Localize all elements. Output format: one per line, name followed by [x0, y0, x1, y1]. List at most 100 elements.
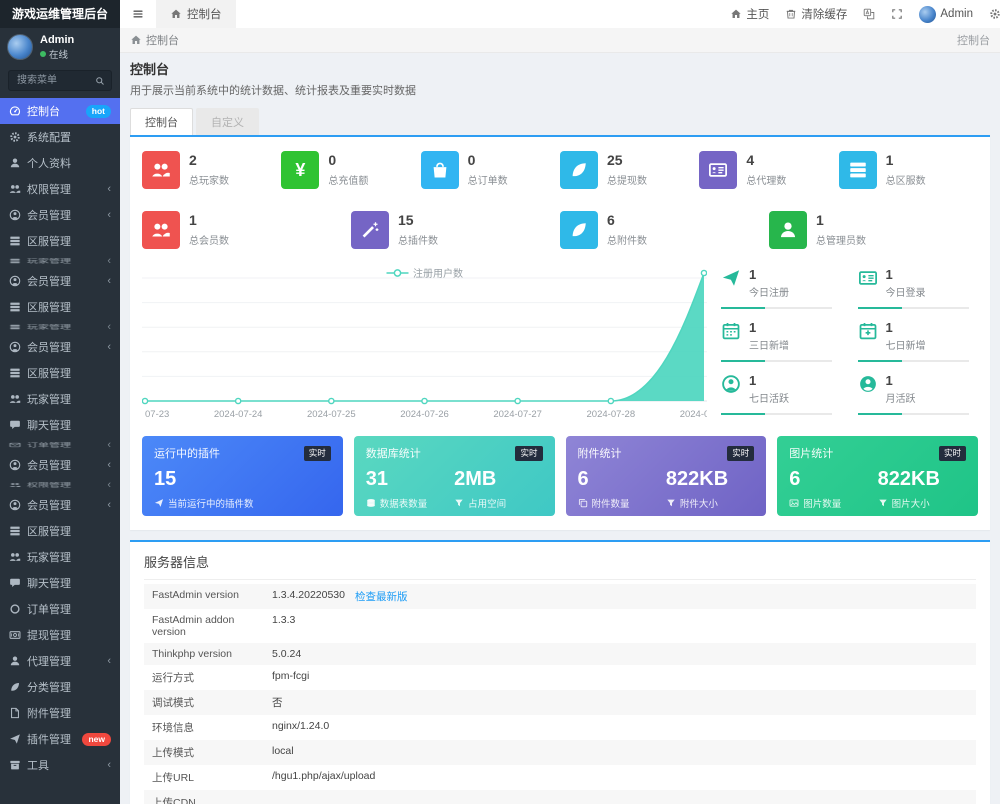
chevron-left-icon: ‹ [107, 322, 111, 333]
sidebar-item-label: 订单管理 [27, 441, 71, 449]
server-info-row: 上传CDN [144, 790, 976, 804]
menu-badge: hot [86, 105, 111, 118]
gradient-card-value: 6 [789, 468, 877, 491]
check-latest-link[interactable]: 检查最新版 [355, 589, 408, 604]
mini-label: 七日新增 [886, 337, 926, 352]
server-info-row: Thinkphp version5.0.24 [144, 643, 976, 665]
server-info-row: 上传模式local [144, 740, 976, 765]
sidebar-item-18[interactable]: 区服管理 [0, 518, 120, 544]
sidebar-item-20[interactable]: 聊天管理 [0, 570, 120, 596]
sidebar-item-21[interactable]: 订单管理 [0, 596, 120, 622]
open-tab-console[interactable]: 控制台 [156, 0, 236, 28]
db-icon [366, 498, 376, 508]
user-circle-icon [9, 209, 21, 221]
users-icon [9, 183, 21, 195]
user-circle-icon [9, 341, 21, 353]
user-status: 在线 [40, 47, 74, 61]
stat-value: 2 [189, 153, 229, 168]
server-info-label: Thinkphp version [152, 648, 272, 660]
plane-icon [721, 268, 741, 288]
sidebar-item-25[interactable]: 附件管理 [0, 700, 120, 726]
home-link[interactable]: 主页 [730, 6, 769, 22]
settings-button[interactable] [989, 8, 1000, 20]
sidebar-item-label: 附件管理 [27, 705, 71, 721]
stat-icon-box: ¥ [281, 151, 319, 189]
sidebar-item-23[interactable]: 代理管理‹ [0, 648, 120, 674]
stat-value: 1 [816, 213, 866, 228]
clear-cache-button[interactable]: 清除缓存 [785, 6, 847, 22]
realtime-badge: 实时 [515, 446, 542, 461]
sidebar-item-label: 玩家管理 [27, 391, 71, 407]
server-info-label: 调试模式 [152, 695, 272, 710]
sidebar-item-9[interactable]: 玩家管理‹ [0, 320, 120, 334]
language-button[interactable] [863, 8, 875, 20]
language-icon [863, 8, 875, 20]
gradient-card-footer-label: 附件大小 [680, 496, 718, 510]
gradient-card: 附件统计实时6附件数量822KB附件大小 [566, 436, 767, 516]
filter-icon [878, 498, 888, 508]
filter-icon [666, 498, 676, 508]
user-menu[interactable]: Admin [919, 6, 973, 23]
sidebar-item-2[interactable]: 个人资料 [0, 150, 120, 176]
gradient-card-title: 图片统计 [789, 445, 833, 461]
sidebar-item-label: 订单管理 [27, 601, 71, 617]
sidebar-item-17[interactable]: 会员管理‹ [0, 492, 120, 518]
sidebar-user-panel[interactable]: Admin 在线 [0, 28, 120, 65]
sidebar-item-0[interactable]: 控制台hot [0, 98, 120, 124]
tab-label: 控制台 [187, 6, 222, 22]
navbar-right: 主页 清除缓存 Admin [730, 6, 1000, 23]
sidebar-item-13[interactable]: 聊天管理 [0, 412, 120, 438]
breadcrumb-right: 控制台 [957, 32, 990, 48]
stat-text: 1总区服数 [886, 153, 926, 186]
sidebar-item-7[interactable]: 会员管理‹ [0, 268, 120, 294]
sidebar-item-10[interactable]: 会员管理‹ [0, 334, 120, 360]
stat-card: 0总订单数 [421, 151, 560, 189]
sidebar-item-5[interactable]: 区服管理 [0, 228, 120, 254]
sidebar-item-11[interactable]: 区服管理 [0, 360, 120, 386]
sidebar-toggle-button[interactable] [120, 0, 156, 28]
mini-stat: 1三日新增 [721, 320, 840, 362]
mini-stat: 1 七日新增 [858, 320, 977, 362]
sidebar-item-3[interactable]: 权限管理‹ [0, 176, 120, 202]
tab-console[interactable]: 控制台 [130, 108, 193, 135]
sidebar-item-15[interactable]: 会员管理‹ [0, 452, 120, 478]
stat-icon-box [839, 151, 877, 189]
sidebar-item-26[interactable]: 插件管理new [0, 726, 120, 752]
stat-card: 2总玩家数 [142, 151, 281, 189]
sidebar-item-16[interactable]: 权限管理‹ [0, 478, 120, 492]
users-icon [151, 220, 171, 240]
avatar [919, 6, 936, 23]
sidebar-item-14[interactable]: 订单管理‹ [0, 438, 120, 452]
chart-legend[interactable]: 注册用户数 [386, 265, 463, 280]
trash-icon [785, 8, 797, 20]
sidebar-item-6[interactable]: 玩家管理‹ [0, 254, 120, 268]
sidebar-item-8[interactable]: 区服管理 [0, 294, 120, 320]
realtime-badge: 实时 [939, 446, 966, 461]
fullscreen-button[interactable] [891, 8, 903, 20]
leaf-icon [9, 681, 21, 693]
stat-value: 15 [398, 213, 438, 228]
sidebar-item-12[interactable]: 玩家管理 [0, 386, 120, 412]
sidebar-item-1[interactable]: 系统配置 [0, 124, 120, 150]
sidebar-item-27[interactable]: 工具‹ [0, 752, 120, 778]
mini-value: 1 [886, 320, 926, 335]
gradient-card-footer-label: 数据表数量 [380, 496, 428, 510]
sidebar-item-label: 区服管理 [27, 299, 71, 315]
sidebar-item-4[interactable]: 会员管理‹ [0, 202, 120, 228]
sidebar-item-19[interactable]: 玩家管理 [0, 544, 120, 570]
server-info-panel: 服务器信息 FastAdmin version1.3.4.20220530检查最… [130, 540, 990, 804]
stat-label: 总提现数 [607, 172, 647, 187]
sidebar-item-24[interactable]: 分类管理 [0, 674, 120, 700]
server-info-label: 环境信息 [152, 720, 272, 735]
mini-stat: 1今日登录 [858, 267, 977, 309]
svg-text:2024-07-27: 2024-07-27 [493, 409, 542, 420]
gradient-card-value: 31 [366, 468, 454, 491]
stat-icon-box [421, 151, 459, 189]
tab-custom[interactable]: 自定义 [196, 108, 259, 135]
main-column: 控制台 主页 清除缓存 Admin 控制台 控制台 控制台 用于展示当前系统中的… [120, 0, 1000, 804]
server-info-row: 运行方式fpm-fcgi [144, 665, 976, 690]
sidebar-item-22[interactable]: 提现管理 [0, 622, 120, 648]
mini-value: 1 [749, 267, 789, 282]
sidebar-item-label: 工具 [27, 757, 49, 773]
server-icon [9, 301, 21, 313]
